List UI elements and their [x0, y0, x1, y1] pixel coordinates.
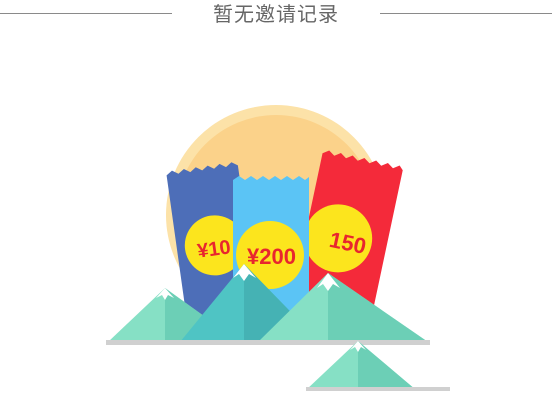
ground-line-small: [306, 387, 450, 391]
light-blue-envelope-amount: ¥200: [247, 244, 296, 269]
ground-line: [106, 340, 430, 345]
empty-state-illustration: 150 ¥10 ¥200: [106, 105, 450, 391]
blue-envelope-amount: ¥10: [196, 236, 232, 262]
mountain-small-shade: [358, 341, 416, 390]
